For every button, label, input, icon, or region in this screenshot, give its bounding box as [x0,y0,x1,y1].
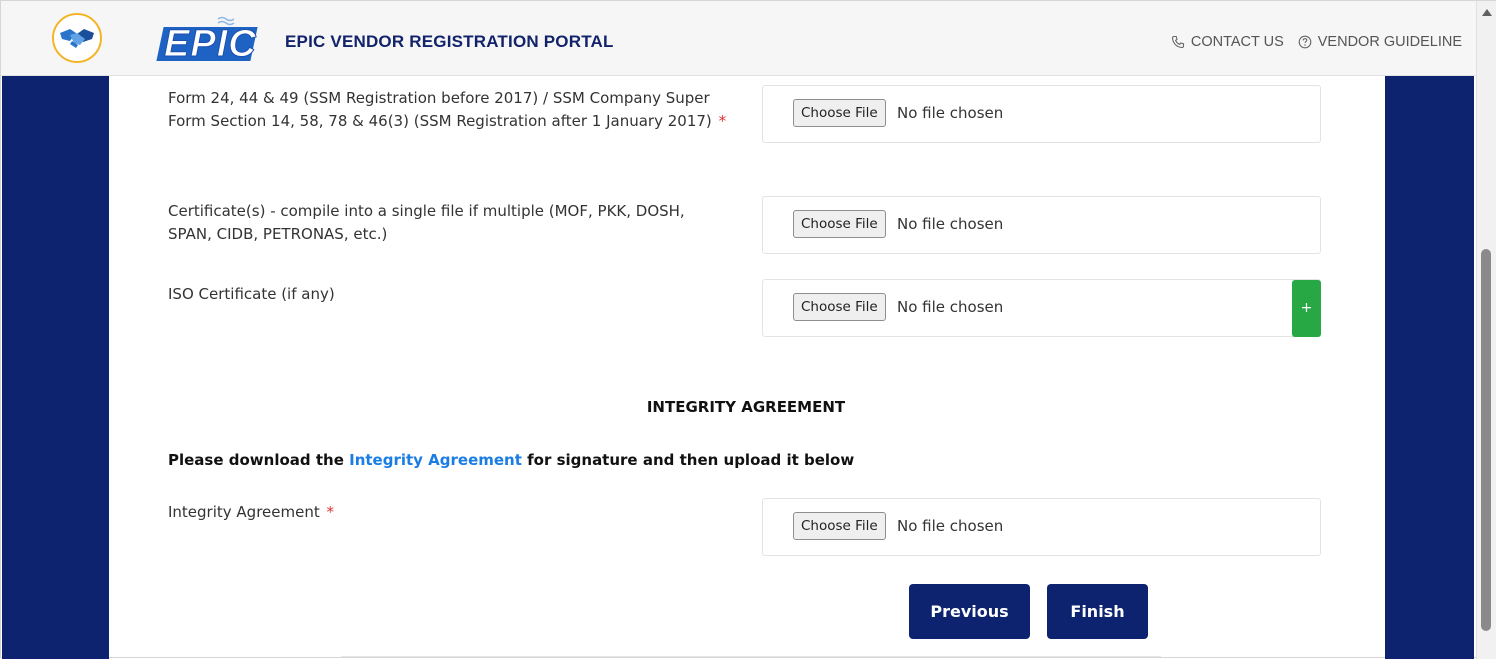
add-iso-certificate-button[interactable]: + [1292,280,1321,337]
integrity-agreement-file-input[interactable]: Choose File No file chosen [762,498,1321,556]
right-side-panel [1385,76,1474,659]
finish-button[interactable]: Finish [1047,584,1148,639]
ssm-form-choose-file-button[interactable]: Choose File [793,99,886,127]
left-side-panel [2,76,109,659]
portal-title: EPIC VENDOR REGISTRATION PORTAL [285,32,614,51]
integrity-section-title: INTEGRITY AGREEMENT [646,398,846,416]
ssm-form-label: Form 24, 44 & 49 (SSM Registration befor… [168,89,727,130]
browser-viewport: EPIC EPIC VENDOR REGISTRATION PORTAL CON… [0,0,1496,659]
header-bar: EPIC EPIC VENDOR REGISTRATION PORTAL CON… [1,1,1476,76]
ssm-form-file-status: No file chosen [897,104,1004,122]
contact-us-link[interactable]: CONTACT US [1171,34,1284,50]
integrity-file-status: No file chosen [897,517,1004,535]
ssm-form-file-input[interactable]: Choose File No file chosen [762,85,1321,143]
top-links: CONTACT US VENDOR GUIDELINE [1171,34,1462,50]
integrity-instruction: Please download the Integrity Agreement … [168,451,855,469]
help-circle-icon [1298,35,1312,49]
integrity-choose-file-button[interactable]: Choose File [793,512,886,540]
epic-logo: EPIC [156,16,258,65]
iso-file-status: No file chosen [897,298,1004,316]
handshake-logo [52,13,102,63]
certificates-choose-file-button[interactable]: Choose File [793,210,886,238]
scrollbar-thumb[interactable] [1481,249,1491,631]
iso-certificate-label: ISO Certificate (if any) [168,285,335,303]
vendor-guideline-label: VENDOR GUIDELINE [1317,34,1462,50]
previous-button[interactable]: Previous [909,584,1030,639]
handshake-icon [60,29,94,48]
certificates-file-input[interactable]: Choose File No file chosen [762,196,1321,254]
certificates-label: Certificate(s) - compile into a single f… [168,202,685,243]
contact-us-label: CONTACT US [1190,34,1284,50]
iso-choose-file-button[interactable]: Choose File [793,293,886,321]
required-asterisk: * [326,503,335,521]
required-asterisk: * [718,111,727,130]
phone-icon [1171,35,1184,49]
vertical-scrollbar[interactable] [1476,1,1496,659]
bottom-divider [341,656,1161,657]
scroll-up-arrow-icon[interactable] [1482,9,1492,16]
certificates-file-status: No file chosen [897,215,1004,233]
epic-logo-text: EPIC [164,23,257,65]
vendor-guideline-link[interactable]: VENDOR GUIDELINE [1298,34,1462,50]
iso-certificate-file-input[interactable]: Choose File No file chosen [762,279,1321,337]
integrity-agreement-download-link[interactable]: Integrity Agreement [349,451,522,469]
integrity-agreement-label: Integrity Agreement * [168,503,335,521]
